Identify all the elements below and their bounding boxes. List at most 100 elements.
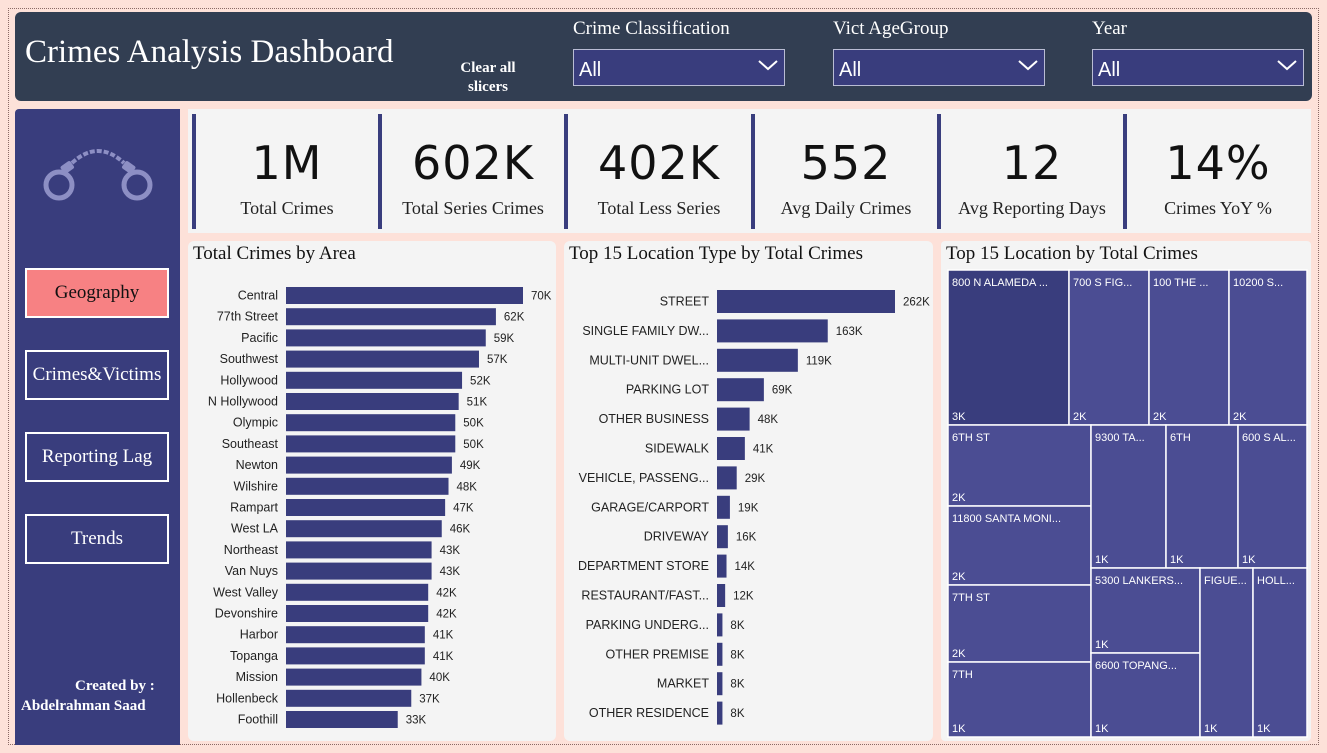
category-label: Southwest	[220, 352, 279, 366]
category-label: Rampart	[230, 501, 278, 515]
bar	[286, 435, 456, 453]
nav-reporting-lag-button[interactable]: Reporting Lag	[25, 432, 169, 482]
bar	[286, 711, 398, 728]
category-label: West LA	[231, 522, 279, 536]
category-label: MARKET	[657, 677, 709, 691]
header-bar: Crimes Analysis Dashboard Clear all slic…	[15, 12, 1312, 101]
treemap-tile	[1148, 269, 1230, 426]
handcuffs-icon	[43, 149, 153, 201]
slicer-crime-classification: Crime Classification All	[573, 17, 785, 86]
location-treemap-title: Top 15 Location by Total Crimes	[946, 243, 1198, 264]
category-label: Harbor	[240, 628, 278, 642]
treemap-tile	[1090, 424, 1167, 569]
category-label: Southeast	[222, 437, 279, 451]
treemap-tile-value: 1K	[1095, 554, 1109, 566]
dropdown-value: All	[579, 59, 602, 81]
kpi-label: Avg Daily Crimes	[780, 198, 912, 218]
data-label: 19K	[738, 502, 759, 514]
bar	[717, 495, 730, 519]
crime-classification-dropdown[interactable]: All	[573, 49, 785, 86]
category-label: Newton	[236, 458, 278, 472]
category-label: Northeast	[224, 543, 279, 557]
data-label: 42K	[436, 609, 457, 621]
bar	[286, 477, 449, 495]
category-label: Pacific	[241, 331, 278, 345]
area-bar-chart: Central 70K 77th Street 62K Pacific 59K Southw…	[208, 287, 552, 728]
kpi-card-avg-daily-crimes: 552 Avg Daily Crimes	[751, 114, 937, 229]
nav-crimes-victims-button[interactable]: Crimes&Victims	[25, 350, 169, 400]
kpi-label: Avg Reporting Days	[958, 198, 1106, 218]
data-label: 8K	[730, 649, 744, 661]
data-label: 16K	[736, 532, 757, 544]
kpi-label: Crimes YoY %	[1164, 198, 1272, 218]
bar	[286, 541, 432, 559]
category-label: 77th Street	[217, 310, 279, 324]
treemap-tile	[947, 269, 1070, 426]
bar	[717, 319, 828, 343]
category-label: Foothill	[238, 713, 278, 727]
location-treemap: 800 N ALAMEDA ... 3K 700 S FIG... 2K 100 THE…	[947, 269, 1308, 738]
data-label: 119K	[806, 355, 832, 367]
kpi-value: 602K	[412, 136, 534, 190]
category-label: Olympic	[233, 416, 278, 430]
data-label: 69K	[772, 385, 793, 397]
kpi-label: Total Crimes	[240, 198, 334, 218]
bar	[717, 701, 723, 725]
location-type-chart-panel: Top 15 Location Type by Total Crimes STR…	[564, 241, 933, 741]
credit-author: Abdelrahman Saad	[21, 698, 146, 714]
bar	[286, 626, 425, 644]
bar	[717, 348, 798, 372]
category-label: OTHER RESIDENCE	[589, 706, 709, 720]
treemap-tile	[1237, 424, 1308, 569]
slicer-label: Vict AgeGroup	[833, 18, 949, 39]
category-label: West Valley	[213, 585, 279, 599]
vict-agegroup-dropdown[interactable]: All	[833, 49, 1045, 86]
kpi-card-total-crimes: 1M Total Crimes	[192, 114, 378, 229]
slicer-vict-agegroup: Vict AgeGroup All	[833, 17, 1045, 86]
data-label: 52K	[470, 375, 491, 387]
treemap-tile	[1165, 424, 1239, 569]
clear-all-slicers-button[interactable]: Clear all slicers	[447, 59, 529, 97]
treemap-tile-name: 6TH ST	[952, 432, 990, 444]
treemap-tile	[1228, 269, 1308, 426]
bar	[286, 456, 452, 474]
bar	[286, 371, 463, 389]
nav-geography-button[interactable]: Geography	[25, 268, 169, 318]
kpi-value: 12	[1001, 136, 1063, 190]
bar	[717, 554, 727, 578]
kpi-panel: 1M Total Crimes 602K Total Series Crimes…	[188, 109, 1311, 233]
category-label: Hollenbeck	[216, 691, 279, 705]
kpi-value: 1M	[251, 136, 323, 190]
category-label: Hollywood	[220, 373, 278, 387]
category-label: VEHICLE, PASSENG...	[579, 471, 709, 485]
bar	[717, 613, 723, 637]
data-label: 59K	[494, 333, 515, 345]
data-label: 50K	[463, 418, 484, 430]
bar	[717, 525, 728, 549]
category-label: Van Nuys	[225, 564, 278, 578]
slicer-label: Crime Classification	[573, 18, 730, 39]
category-label: Mission	[236, 670, 278, 684]
nav-trends-button[interactable]: Trends	[25, 514, 169, 564]
data-label: 8K	[730, 679, 744, 691]
category-label: STREET	[660, 295, 710, 309]
treemap-tile-value: 1K	[1204, 723, 1218, 735]
credit-label: Created by :	[75, 678, 155, 694]
treemap-tile	[1252, 567, 1308, 738]
bar	[286, 287, 523, 304]
treemap-tile-value: 2K	[952, 571, 966, 583]
bar	[717, 466, 737, 490]
kpi-value: 552	[800, 136, 892, 190]
category-label: SINGLE FAMILY DW...	[582, 324, 709, 338]
treemap-tile-name: 100 THE ...	[1153, 277, 1208, 289]
data-label: 33K	[406, 715, 427, 727]
year-dropdown[interactable]: All	[1092, 49, 1304, 86]
treemap-tile-name: 7TH	[952, 669, 973, 681]
treemap-tile-name: 7TH ST	[952, 592, 990, 604]
treemap-tile-name: 6600 TOPANG...	[1095, 660, 1177, 672]
kpi-card-crimes-yoy: 14% Crimes YoY %	[1123, 114, 1309, 229]
treemap-tile-value: 1K	[1095, 723, 1109, 735]
category-label: OTHER BUSINESS	[599, 412, 709, 426]
location-type-chart-title: Top 15 Location Type by Total Crimes	[569, 243, 863, 264]
data-label: 14K	[735, 561, 756, 573]
